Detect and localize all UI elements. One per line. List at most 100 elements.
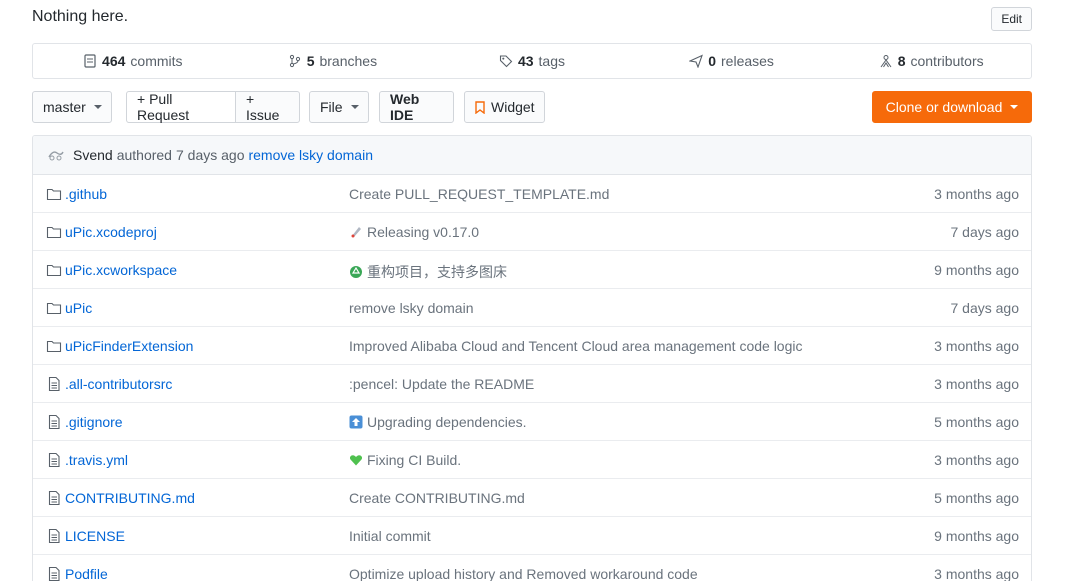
file-name-link[interactable]: CONTRIBUTING.md	[65, 490, 195, 506]
file-menu-button[interactable]: File	[309, 91, 369, 123]
file-name-link[interactable]: .all-contributorsrc	[65, 376, 172, 392]
file-icon	[46, 452, 62, 468]
file-commit-message[interactable]: Optimize upload history and Removed work…	[349, 566, 698, 581]
file-row: uPic.xcworkspace 重构项目，支持多图床 9 months ago	[33, 251, 1031, 289]
file-name-link[interactable]: uPicFinderExtension	[65, 338, 193, 354]
file-commit-time: 3 months ago	[934, 566, 1019, 581]
file-commit-message[interactable]: Create PULL_REQUEST_TEMPLATE.md	[349, 186, 609, 202]
file-name-link[interactable]: uPic.xcodeproj	[65, 224, 157, 240]
branch-select-button[interactable]: master	[32, 91, 112, 123]
commit-verb: authored	[116, 147, 172, 163]
file-commit-time: 9 months ago	[934, 528, 1019, 544]
file-commit-message[interactable]: :pencel: Update the README	[349, 376, 534, 392]
releases-label: releases	[721, 53, 774, 69]
caret-down-icon	[93, 105, 102, 109]
file-commit-message[interactable]: Releasing v0.17.0	[349, 224, 479, 240]
caret-down-icon	[350, 105, 359, 109]
recycle-icon	[349, 265, 363, 279]
file-commit-message-text: Create PULL_REQUEST_TEMPLATE.md	[349, 186, 610, 202]
file-name-link[interactable]: Podfile	[65, 566, 108, 581]
file-commit-message-text: remove lsky domain	[349, 300, 474, 316]
contributors-link[interactable]: 8 contributors	[831, 44, 1031, 78]
file-commit-message[interactable]: 重构项目，支持多图床	[349, 262, 507, 282]
repo-summary-bar: 464 commits 5 branches 43 tags 0 release…	[32, 43, 1032, 79]
file-commit-time: 7 days ago	[950, 300, 1020, 316]
file-commit-message[interactable]: Create CONTRIBUTING.md	[349, 490, 525, 506]
file-commit-message[interactable]: remove lsky domain	[349, 300, 474, 316]
clone-label: Clone or download	[885, 99, 1003, 115]
file-icon	[46, 376, 62, 392]
file-name-link[interactable]: uPic	[65, 300, 92, 316]
file-row: uPic remove lsky domain 7 days ago	[33, 289, 1031, 327]
folder-icon	[46, 300, 62, 316]
file-commit-message[interactable]: Upgrading dependencies.	[349, 414, 527, 430]
file-commit-message-text: 重构项目，支持多图床	[367, 264, 507, 280]
file-commit-time: 3 months ago	[934, 452, 1019, 468]
file-icon	[46, 566, 62, 581]
file-name-link[interactable]: .gitignore	[65, 414, 123, 430]
contributors-count: 8	[897, 53, 906, 69]
avatar[interactable]	[47, 148, 65, 162]
file-row: .travis.yml Fixing CI Build. 3 months ago	[33, 441, 1031, 479]
clone-or-download-button[interactable]: Clone or download	[872, 91, 1032, 123]
file-commit-time: 5 months ago	[934, 414, 1019, 430]
file-commit-message-text: Improved Alibaba Cloud and Tencent Cloud…	[349, 338, 803, 354]
file-commit-message-text: Optimize upload history and Removed work…	[349, 566, 698, 581]
releases-link[interactable]: 0 releases	[632, 44, 832, 78]
latest-commit-bar: Svend authored 7 days ago remove lsky do…	[33, 136, 1031, 175]
file-list: Svend authored 7 days ago remove lsky do…	[32, 135, 1032, 581]
file-commit-message-text: Create CONTRIBUTING.md	[349, 490, 525, 506]
tag-icon	[499, 54, 513, 68]
file-row: CONTRIBUTING.md Create CONTRIBUTING.md 5 m…	[33, 479, 1031, 517]
file-rows: .github Create PULL_REQUEST_TEMPLATE.md 3 …	[33, 175, 1031, 581]
file-row: Podfile Optimize upload history and Remov…	[33, 555, 1031, 581]
commit-author[interactable]: Svend	[73, 147, 113, 163]
file-commit-message-text: Fixing CI Build.	[367, 452, 462, 468]
caret-down-icon	[1010, 105, 1019, 109]
releases-count: 0	[708, 53, 717, 69]
file-icon	[46, 528, 62, 544]
branches-link[interactable]: 5 branches	[233, 44, 433, 78]
tags-link[interactable]: 43 tags	[432, 44, 632, 78]
file-name-link[interactable]: LICENSE	[65, 528, 125, 544]
file-name-link[interactable]: uPic.xcworkspace	[65, 262, 177, 278]
commits-label: commits	[130, 53, 183, 69]
new-pull-request-button[interactable]: + Pull Request	[126, 91, 236, 123]
file-name-link[interactable]: .github	[65, 186, 107, 202]
tags-label: tags	[538, 53, 565, 69]
file-commit-time: 3 months ago	[934, 338, 1019, 354]
repo-toolbar: master + Pull Request + Issue File Web I…	[32, 91, 1032, 123]
file-name-link[interactable]: .travis.yml	[65, 452, 128, 468]
file-row: uPic.xcodeproj Releasing v0.17.0 7 days ag…	[33, 213, 1031, 251]
file-commit-time: 9 months ago	[934, 262, 1019, 278]
history-icon	[83, 54, 97, 68]
file-commit-message-text: Initial commit	[349, 528, 431, 544]
file-menu-label: File	[320, 99, 343, 115]
arrow-up-icon	[349, 415, 363, 429]
file-commit-time: 7 days ago	[950, 224, 1020, 240]
new-issue-button[interactable]: + Issue	[235, 91, 300, 123]
file-commit-message[interactable]: Initial commit	[349, 528, 431, 544]
repo-description: Nothing here.	[32, 8, 129, 25]
file-row: .gitignore Upgrading dependencies. 5 month…	[33, 403, 1031, 441]
widget-button[interactable]: Widget	[464, 91, 545, 123]
commit-message[interactable]: remove lsky domain	[248, 147, 373, 163]
file-commit-message[interactable]: Improved Alibaba Cloud and Tencent Cloud…	[349, 338, 802, 354]
file-row: uPicFinderExtension Improved Alibaba Clou…	[33, 327, 1031, 365]
commit-time: 7 days ago	[175, 147, 245, 163]
file-commit-message-text: Releasing v0.17.0	[367, 224, 480, 240]
contributors-label: contributors	[910, 53, 984, 69]
branch-name: master	[43, 99, 86, 115]
file-row: .all-contributorsrc :pencel: Update the R…	[33, 365, 1031, 403]
commits-link[interactable]: 464 commits	[33, 44, 233, 78]
folder-icon	[46, 262, 62, 278]
green-heart-icon	[349, 453, 363, 467]
web-ide-button[interactable]: Web IDE	[379, 91, 454, 123]
edit-description-button[interactable]: Edit	[991, 7, 1032, 31]
file-row: .github Create PULL_REQUEST_TEMPLATE.md 3 …	[33, 175, 1031, 213]
file-row: LICENSE Initial commit 9 months ago	[33, 517, 1031, 555]
repo-description-row: Nothing here. Edit	[32, 0, 1032, 36]
commits-count: 464	[102, 53, 126, 69]
file-commit-message[interactable]: Fixing CI Build.	[349, 452, 461, 468]
folder-icon	[46, 186, 62, 202]
